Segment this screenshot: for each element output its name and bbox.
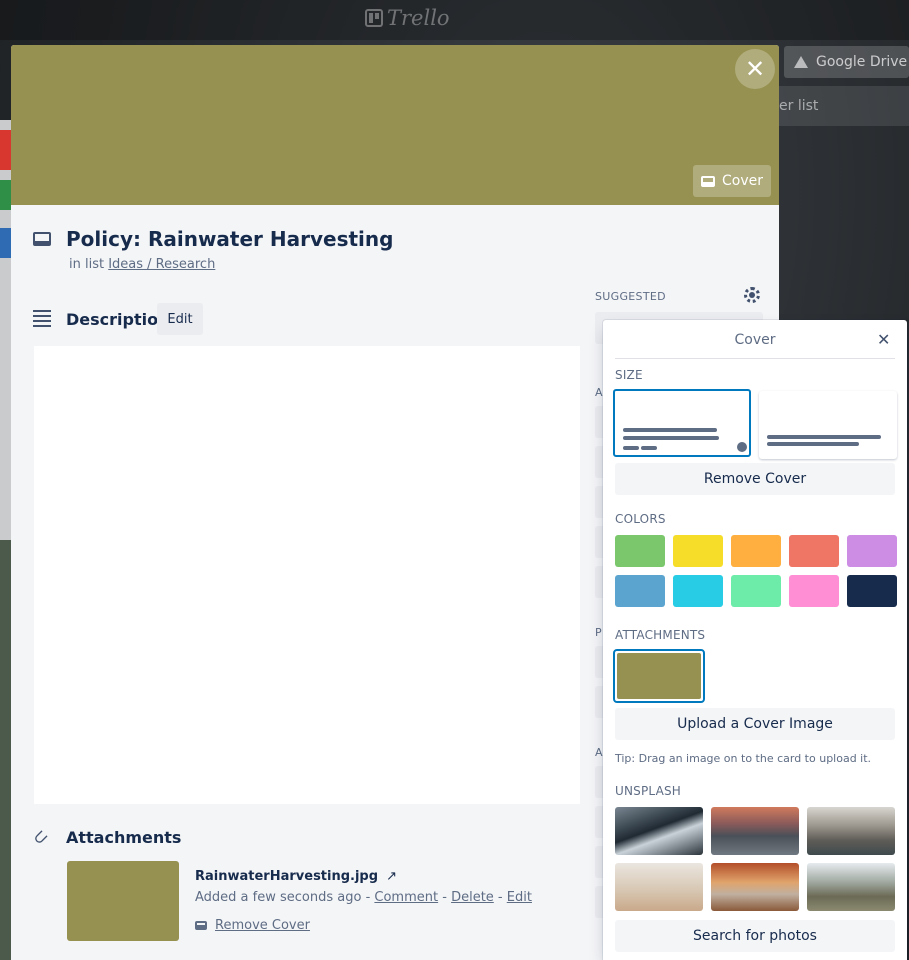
board-header	[0, 0, 909, 40]
card-cover	[11, 45, 779, 205]
preview-line	[641, 446, 657, 450]
color-swatch[interactable]	[731, 575, 781, 607]
size-option-header[interactable]	[613, 389, 751, 457]
remove-cover-button[interactable]: Remove Cover	[615, 463, 895, 495]
preview-line	[623, 436, 719, 440]
unsplash-photo[interactable]	[711, 807, 799, 855]
color-swatch[interactable]	[789, 535, 839, 567]
color-swatch[interactable]	[789, 575, 839, 607]
search-photos-button[interactable]: Search for photos	[615, 920, 895, 952]
attachment-added-time: Added a few seconds ago	[195, 890, 362, 905]
size-label: SIZE	[615, 368, 643, 382]
card-title[interactable]: Policy: Rainwater Harvesting	[66, 227, 393, 251]
separator: -	[361, 890, 375, 905]
list-name-link[interactable]: Ideas / Research	[108, 257, 215, 272]
attachment-delete-link[interactable]: Delete	[451, 890, 494, 905]
external-link-icon[interactable]: ↗	[386, 869, 397, 884]
separator: -	[438, 890, 452, 905]
in-list-prefix: in list	[69, 257, 105, 272]
board-background-photo	[0, 540, 11, 960]
attachment-edit-link[interactable]: Edit	[507, 890, 532, 905]
board-card-image-blue	[0, 228, 11, 258]
cover-icon	[195, 921, 207, 930]
board-card-image-red	[0, 130, 11, 170]
preview-line	[623, 446, 639, 450]
upload-tip: Tip: Drag an image on to the card to upl…	[615, 752, 872, 765]
paperclip-icon: ⊂	[27, 824, 54, 851]
trello-board-icon	[365, 9, 383, 27]
google-drive-label: Google Drive	[816, 54, 908, 70]
description-heading: Description	[66, 310, 170, 329]
color-swatch[interactable]	[673, 535, 723, 567]
description-area[interactable]	[34, 346, 580, 804]
description-icon	[33, 310, 51, 330]
add-list-label: er list	[779, 98, 819, 114]
preview-line	[767, 435, 881, 439]
unsplash-photo[interactable]	[615, 807, 703, 855]
close-icon: ✕	[744, 55, 766, 83]
close-icon[interactable]: ✕	[877, 330, 890, 349]
sidebar-section-label: A	[595, 386, 603, 399]
colors-label: COLORS	[615, 512, 666, 526]
close-card-button[interactable]: ✕	[735, 49, 775, 89]
in-list-text: in list Ideas / Research	[69, 257, 215, 272]
preview-line	[623, 428, 717, 432]
card-icon	[33, 231, 51, 250]
sidebar-section-label: P	[595, 626, 602, 639]
preview-line	[767, 442, 859, 446]
cover-icon	[701, 175, 715, 187]
attachment-thumbnail[interactable]	[67, 861, 179, 941]
color-swatch[interactable]	[673, 575, 723, 607]
size-option-full[interactable]	[759, 391, 897, 459]
attachment-cover-thumbnail	[617, 653, 701, 699]
google-drive-button[interactable]: Google Drive	[784, 46, 909, 78]
attachment-meta: Added a few seconds ago - Comment - Dele…	[195, 890, 532, 905]
color-swatch[interactable]	[615, 575, 665, 607]
unsplash-photo[interactable]	[807, 807, 895, 855]
attachment-file-name[interactable]: RainwaterHarvesting.jpg	[195, 869, 378, 884]
color-swatch[interactable]	[731, 535, 781, 567]
add-list-button[interactable]: er list	[779, 86, 909, 126]
unsplash-label: UNSPLASH	[615, 784, 682, 798]
board-card-image-green	[0, 180, 11, 210]
trello-logo-text: Trello	[387, 6, 450, 30]
cover-popover-title: Cover	[734, 332, 776, 348]
trello-logo[interactable]: Trello	[365, 6, 450, 30]
preview-avatar	[737, 442, 747, 452]
unsplash-photo[interactable]	[711, 863, 799, 911]
separator: -	[493, 890, 507, 905]
cover-button[interactable]: Cover	[693, 165, 771, 197]
unsplash-photo[interactable]	[615, 863, 703, 911]
description-edit-button[interactable]: Edit	[157, 303, 203, 335]
color-swatch[interactable]	[615, 535, 665, 567]
attachment-remove-cover[interactable]: Remove Cover	[195, 918, 310, 933]
divider	[615, 358, 895, 359]
color-swatch[interactable]	[847, 575, 897, 607]
attachment-comment-link[interactable]: Comment	[374, 890, 438, 905]
gear-icon[interactable]	[744, 287, 760, 303]
attachment-cover-option[interactable]	[613, 649, 705, 703]
attachments-heading: Attachments	[66, 828, 182, 847]
color-swatch[interactable]	[847, 535, 897, 567]
cover-button-label: Cover	[722, 173, 763, 189]
unsplash-photo[interactable]	[807, 863, 895, 911]
attachments-label: ATTACHMENTS	[615, 628, 706, 642]
sidebar-section-label: A	[595, 746, 603, 759]
suggested-label: SUGGESTED	[595, 290, 666, 303]
upload-cover-image-button[interactable]: Upload a Cover Image	[615, 708, 895, 740]
google-drive-icon	[794, 56, 808, 68]
attachment-name[interactable]: RainwaterHarvesting.jpg ↗	[195, 869, 397, 884]
attachment-remove-cover-link[interactable]: Remove Cover	[215, 918, 310, 933]
cover-popover: Cover ✕ SIZE Remove Cover COLORS ATTACHM…	[603, 320, 907, 960]
